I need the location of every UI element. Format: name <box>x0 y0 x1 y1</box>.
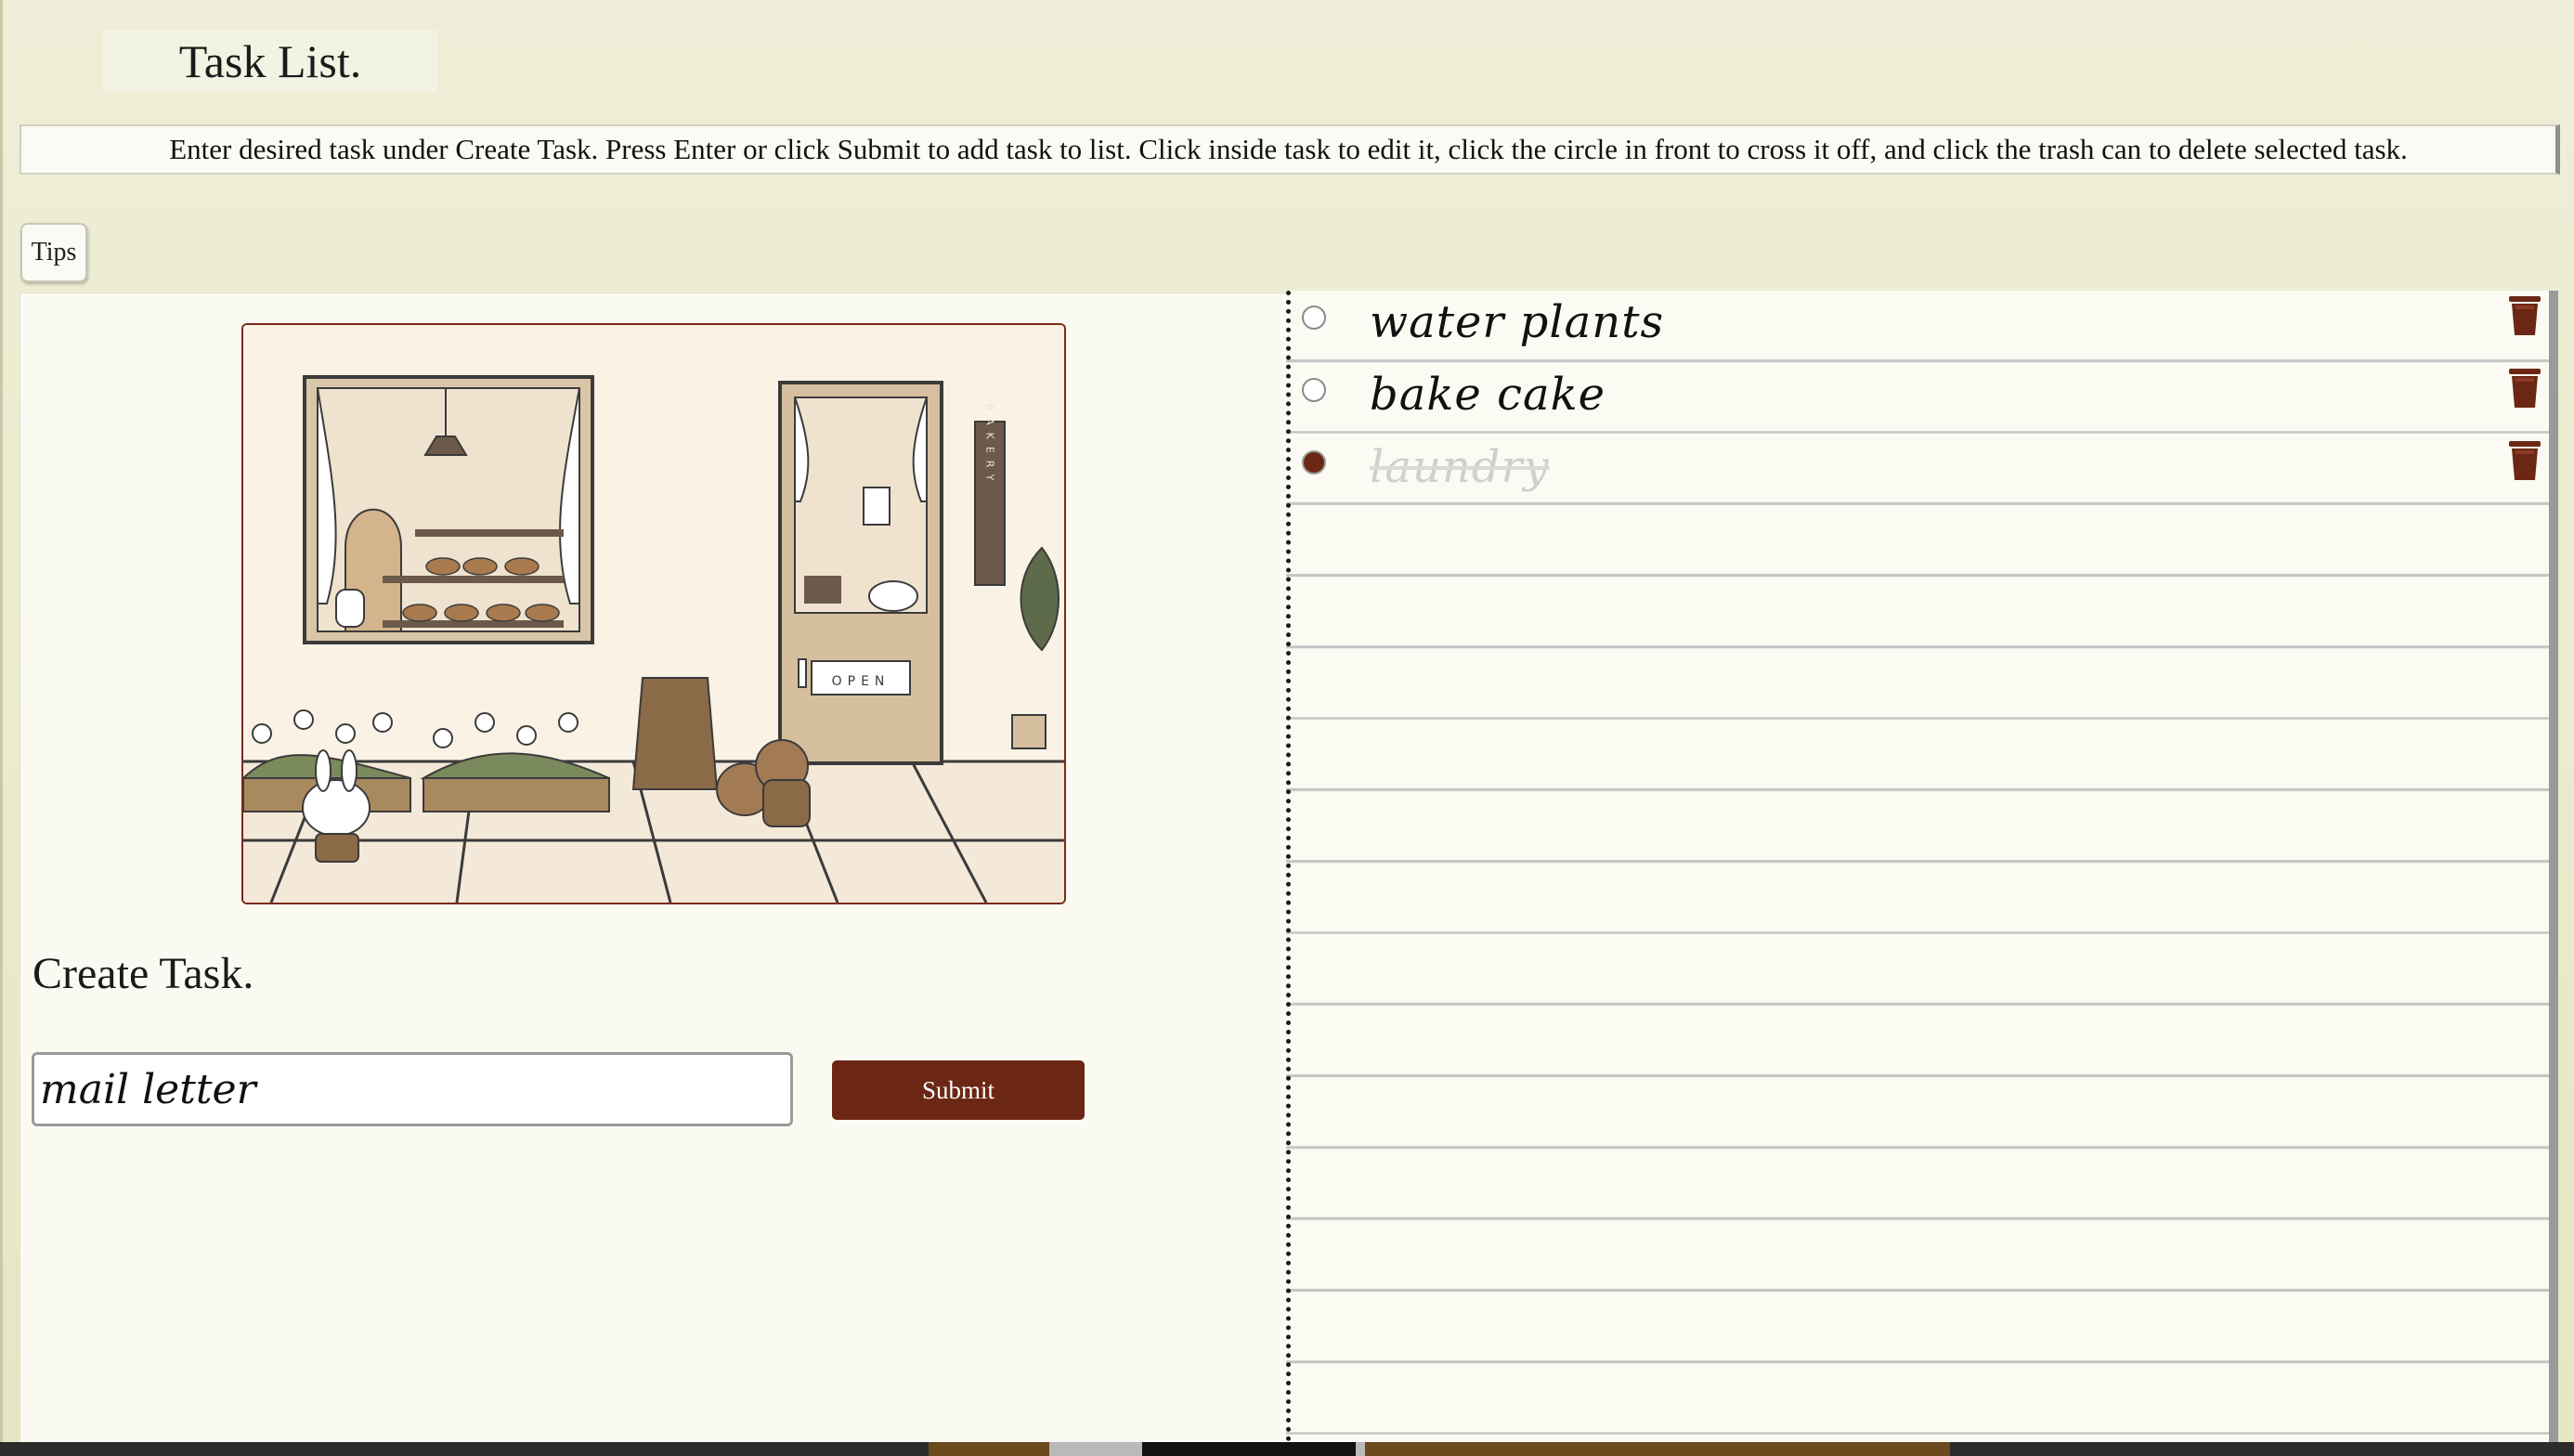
task-text[interactable]: bake cake <box>1370 369 1606 421</box>
task-text[interactable]: laundry <box>1370 441 1550 493</box>
bakery-sign-text: BAKERY <box>984 404 996 488</box>
instructions-bar: Enter desired task under Create Task. Pr… <box>20 124 2560 175</box>
task-toggle-radio[interactable] <box>1302 306 1326 330</box>
task-input[interactable] <box>32 1052 793 1126</box>
task-row[interactable]: water plants <box>1291 294 2549 366</box>
trash-icon[interactable] <box>2506 439 2543 482</box>
task-toggle-radio[interactable] <box>1302 450 1326 474</box>
submit-button[interactable]: Submit <box>832 1060 1085 1120</box>
create-task-heading: Create Task. <box>32 949 254 998</box>
task-row[interactable]: laundry <box>1291 439 2549 511</box>
dock-strip <box>0 1442 2574 1456</box>
bakery-illustration: OPEN BAKERY <box>241 323 1066 904</box>
open-sign-text: OPEN <box>832 674 890 689</box>
page-title: Task List. <box>178 35 362 87</box>
window-edge <box>0 0 3 1456</box>
trash-icon[interactable] <box>2506 367 2543 410</box>
trash-icon[interactable] <box>2506 294 2543 337</box>
submit-button-label: Submit <box>921 1075 995 1104</box>
instructions-text: Enter desired task under Create Task. Pr… <box>169 133 2408 165</box>
task-text[interactable]: water plants <box>1370 296 1664 348</box>
create-task-panel: OPEN BAKERY Create Task. mail letter Sub… <box>20 292 1289 1444</box>
task-row[interactable]: bake cake <box>1291 367 2549 438</box>
task-toggle-radio[interactable] <box>1302 378 1326 402</box>
tips-button[interactable]: Tips <box>20 223 87 282</box>
tips-button-label: Tips <box>31 238 77 266</box>
title-box: Task List. <box>103 30 437 93</box>
task-list-notebook: water plants bake cake laundry <box>1286 291 2558 1442</box>
